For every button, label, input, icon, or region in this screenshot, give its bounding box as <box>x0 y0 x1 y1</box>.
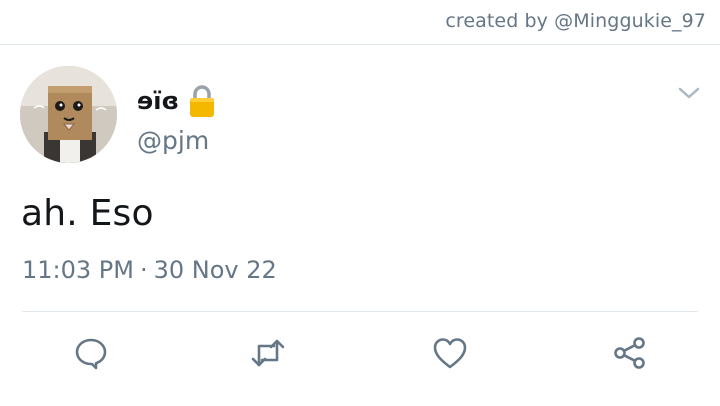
chevron-down-icon[interactable] <box>678 85 700 99</box>
actions-divider <box>22 311 698 312</box>
creator-credit: created by @Minggukie_97 <box>445 10 706 32</box>
avatar[interactable] <box>20 66 117 163</box>
tweet-text: ah. Eso <box>21 193 154 234</box>
avatar-image <box>20 66 117 163</box>
like-button[interactable] <box>432 335 468 371</box>
display-name-row[interactable]: ɘïɞ <box>137 84 217 118</box>
heart-icon <box>433 338 467 369</box>
user-handle[interactable]: @pjm <box>137 126 209 155</box>
share-icon <box>614 337 645 369</box>
display-name[interactable]: ɘïɞ <box>137 87 179 115</box>
retweet-button[interactable] <box>250 335 286 371</box>
retweet-icon <box>251 339 285 367</box>
timestamp-separator: · <box>139 256 148 284</box>
share-button[interactable] <box>612 335 648 371</box>
tweet-time: 11:03 PM <box>22 256 134 284</box>
reply-button[interactable] <box>73 335 109 371</box>
top-divider <box>0 44 720 45</box>
tweet-date: 30 Nov 22 <box>153 256 277 284</box>
timestamp[interactable]: 11:03 PM · 30 Nov 22 <box>22 256 277 284</box>
reply-icon <box>75 338 107 370</box>
lock-icon <box>187 84 217 118</box>
tweet-screenshot: created by @Minggukie_97 ɘïɞ @pjm ah. Es… <box>0 0 720 406</box>
